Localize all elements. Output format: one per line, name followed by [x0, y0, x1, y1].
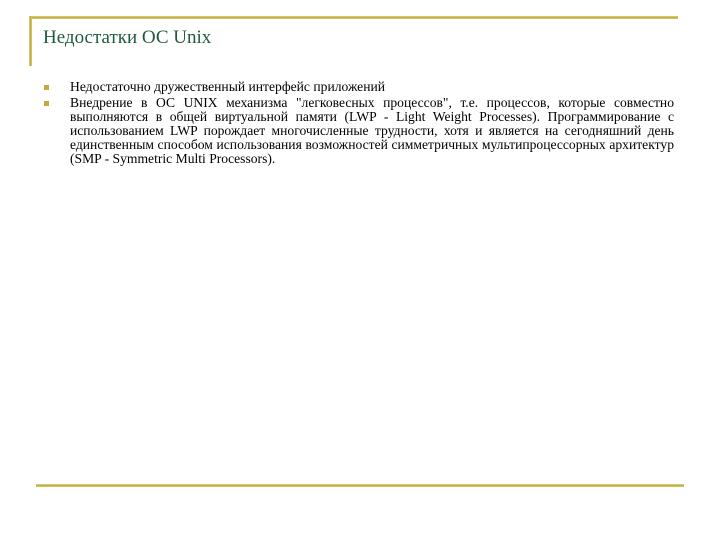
square-bullet-icon: [44, 101, 49, 106]
bullet-item: Внедрение в ОС UNIX механизма "легковесн…: [44, 96, 674, 166]
bullet-text: Недостаточно дружественный интерфейс при…: [70, 79, 386, 94]
bullet-list: Недостаточно дружественный интерфейс при…: [44, 80, 674, 168]
top-rule: [29, 16, 678, 19]
bottom-rule: [36, 484, 684, 487]
square-bullet-icon: [44, 85, 49, 90]
bullet-item: Недостаточно дружественный интерфейс при…: [44, 80, 674, 94]
bullet-text: Внедрение в ОС UNIX механизма "легковесн…: [70, 95, 674, 166]
slide-title: Недостатки ОС Unix: [43, 27, 212, 48]
left-rule: [29, 16, 32, 66]
